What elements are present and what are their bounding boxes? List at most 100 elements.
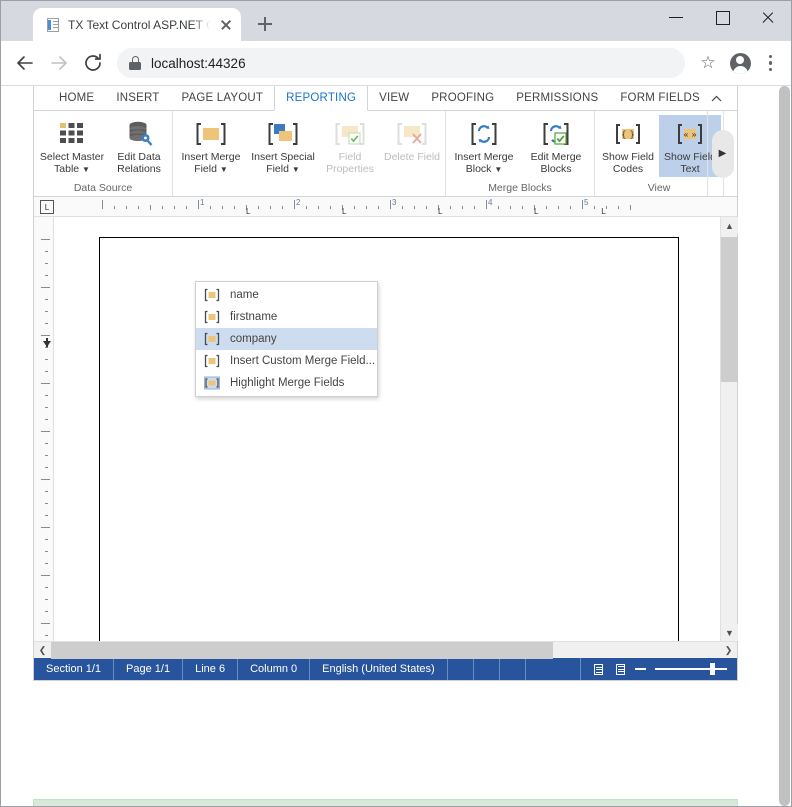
ruler-tick	[45, 467, 48, 468]
insert-merge-field-dropdown[interactable]: name firstname company Insert Custom Mer…	[195, 281, 378, 397]
status-blank-3	[500, 658, 526, 680]
document-page[interactable]: This is a template «firstname» «name» «c…	[99, 237, 679, 641]
chevron-right-icon[interactable]: ❯	[720, 642, 737, 659]
insert-merge-block-button[interactable]: Insert Merge Block ▼	[448, 115, 520, 177]
back-arrow-icon[interactable]	[9, 47, 41, 79]
ruler-tab-stop[interactable]: L	[342, 207, 346, 216]
ribbon-group-label-fields	[175, 180, 443, 196]
editor-horizontal-scrollbar[interactable]: ❮ ❯	[34, 641, 737, 659]
kebab-menu-icon[interactable]	[757, 48, 783, 78]
special-field-icon	[267, 119, 299, 149]
browser-tab[interactable]: TX Text Control ASP.NET Core Ba	[33, 8, 241, 41]
vertical-ruler[interactable]	[34, 217, 54, 641]
ruler-tick	[486, 200, 487, 209]
ruler-tick	[114, 206, 115, 209]
ruler-tick	[258, 206, 259, 209]
document-canvas[interactable]: This is a template «firstname» «name» «c…	[54, 217, 720, 641]
ruler-tick	[558, 206, 559, 209]
forward-arrow-icon[interactable]	[43, 47, 75, 79]
avatar-icon[interactable]	[725, 48, 755, 78]
ruler-tab-stop[interactable]: L	[246, 207, 250, 216]
maximize-icon[interactable]	[699, 1, 745, 33]
ruler-tick	[630, 205, 631, 210]
ruler-tick	[426, 206, 427, 209]
ribbon-tab-permissions[interactable]: PERMISSIONS	[505, 86, 609, 110]
field-properties-button[interactable]: Field Properties	[319, 115, 381, 177]
page-scroll-column: HOME INSERT PAGE LAYOUT REPORTING VIEW P…	[1, 86, 776, 806]
ruler-number: 2	[296, 198, 301, 207]
dropdown-item-company[interactable]: company	[196, 328, 377, 350]
edit-merge-blocks-label: Edit Merge Blocks	[530, 151, 582, 175]
insert-merge-field-button[interactable]: Insert Merge Field ▼	[175, 115, 247, 177]
chevron-down-icon: ▼	[494, 165, 503, 174]
close-icon[interactable]	[217, 16, 235, 34]
ruler-tick	[414, 206, 415, 209]
page-view-icon[interactable]	[591, 662, 606, 677]
chevron-down-icon: ▼	[291, 165, 300, 174]
ribbon-tab-home[interactable]: HOME	[48, 86, 105, 110]
ruler-tick	[41, 623, 50, 624]
ribbon-tab-insert[interactable]: INSERT	[105, 86, 170, 110]
ribbon-tab-reporting[interactable]: REPORTING	[274, 86, 369, 111]
chevron-right-icon[interactable]: ▶	[711, 129, 734, 178]
chevron-up-icon[interactable]: ▲	[721, 217, 738, 234]
chevron-left-icon[interactable]: ❮	[34, 642, 51, 659]
ruler-tick	[366, 206, 367, 209]
editor-area: This is a template «firstname» «name» «c…	[34, 217, 738, 641]
address-bar[interactable]: localhost:44326	[117, 48, 685, 78]
ruler-tab-stop[interactable]: L	[534, 207, 538, 216]
edit-merge-blocks-button[interactable]: Edit Merge Blocks	[520, 115, 592, 177]
browser-scrollbar-thumb[interactable]	[779, 86, 790, 806]
ruler-tick	[45, 455, 48, 456]
status-blank-2	[474, 658, 500, 680]
insert-special-field-button[interactable]: Insert Special Field ▼	[247, 115, 319, 177]
ruler-tick	[45, 299, 48, 300]
ruler-tick	[45, 395, 48, 396]
status-zoom-controls	[580, 658, 737, 680]
edit-data-relations-button[interactable]: Edit Data Relations	[108, 115, 170, 177]
zoom-slider[interactable]	[655, 663, 727, 675]
window-close-icon[interactable]	[745, 1, 791, 33]
dropdown-item-highlight-merge-fields[interactable]: Highlight Merge Fields	[196, 372, 377, 394]
field-codes-icon: { }	[612, 119, 644, 149]
browser-tab-strip: TX Text Control ASP.NET Core Ba	[1, 1, 791, 41]
text-view-icon[interactable]	[613, 662, 628, 677]
chevron-down-icon: ▼	[82, 165, 90, 174]
chevron-up-icon[interactable]	[705, 86, 727, 111]
ruler-tick	[330, 206, 331, 209]
chevron-down-icon[interactable]: ▼	[721, 624, 738, 641]
delete-field-button[interactable]: Delete Field	[381, 115, 443, 177]
dropdown-item-firstname[interactable]: firstname	[196, 306, 377, 328]
ruler-tick	[45, 443, 48, 444]
browser-scrollbar[interactable]	[776, 86, 791, 806]
show-field-codes-button[interactable]: { } Show Field Codes	[597, 115, 659, 177]
ribbon-tab-proofing[interactable]: PROOFING	[420, 86, 505, 110]
horizontal-scrollbar-thumb[interactable]	[51, 641, 553, 659]
star-icon[interactable]: ☆	[693, 48, 723, 78]
ribbon-group-data-source: Select Master Table ▼ Edit Data Relation…	[34, 111, 173, 196]
reload-icon[interactable]	[77, 47, 109, 79]
horizontal-scrollbar-track[interactable]	[51, 641, 720, 659]
ribbon-group-label-merge-blocks: Merge Blocks	[488, 182, 552, 194]
editor-vertical-scrollbar[interactable]: ▲ ▼	[720, 217, 738, 641]
ribbon-group-label-view: View	[647, 182, 671, 194]
status-blank-1	[448, 658, 474, 680]
ruler-tab-stop[interactable]: L	[601, 207, 605, 216]
ruler-tick	[450, 206, 451, 209]
new-tab-button[interactable]	[251, 10, 279, 38]
field-properties-icon	[334, 119, 366, 149]
select-master-table-button[interactable]: Select Master Table ▼	[36, 115, 108, 177]
ruler-tab-stop[interactable]: L	[438, 207, 442, 216]
horizontal-ruler[interactable]: L 1 2 3 4 5 L L L L L	[34, 197, 737, 217]
dropdown-item-name[interactable]: name	[196, 284, 377, 306]
minimize-icon[interactable]	[653, 1, 699, 33]
dropdown-item-insert-custom-merge-field[interactable]: Insert Custom Merge Field...	[196, 350, 377, 372]
ribbon-tab-view[interactable]: VIEW	[368, 86, 420, 110]
ribbon-tab-page-layout[interactable]: PAGE LAYOUT	[170, 86, 274, 110]
ruler-tick	[306, 206, 307, 209]
ribbon-tab-form-fields[interactable]: FORM FIELDS	[609, 86, 711, 110]
vertical-scrollbar-thumb[interactable]	[721, 237, 738, 382]
ruler-tick	[570, 206, 571, 209]
ruler-tick	[594, 206, 595, 209]
ruler-tick	[41, 575, 50, 576]
